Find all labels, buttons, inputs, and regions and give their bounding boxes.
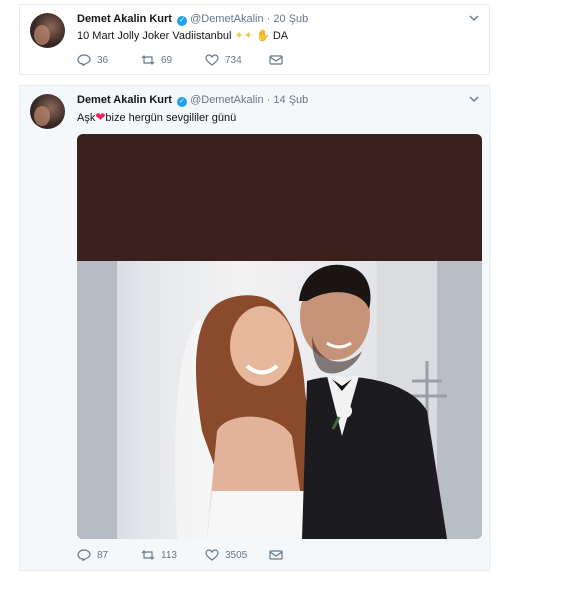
direct-message-button[interactable] <box>269 54 289 66</box>
header-separator: · <box>266 94 271 106</box>
tweet-header: Demet Akalin Kurt ✓ @DemetAkalin · 14 Şu… <box>77 94 308 107</box>
reply-button[interactable]: 87 <box>77 549 141 561</box>
tweet-card[interactable]: Demet Akalin Kurt ✓ @DemetAkalin · 20 Şu… <box>19 4 490 75</box>
thumbs-up-icon: ✋ <box>256 30 270 42</box>
like-count: 734 <box>225 54 242 66</box>
retweet-count: 69 <box>161 54 173 66</box>
tweet-text: 10 Mart Jolly Joker Vadiistanbul ✦✦ ✋ DA <box>77 29 288 42</box>
red-heart-icon: ❤ <box>95 110 106 124</box>
tweet-card[interactable]: Demet Akalin Kurt ✓ @DemetAkalin · 14 Şu… <box>19 85 490 571</box>
author-handle[interactable]: @DemetAkalin <box>190 94 264 106</box>
author-handle[interactable]: @DemetAkalin <box>190 13 264 25</box>
tweet-date[interactable]: 20 Şub <box>273 13 308 25</box>
envelope-icon <box>269 55 283 65</box>
author-name[interactable]: Demet Akalin Kurt <box>77 13 172 25</box>
retweet-button[interactable]: 69 <box>141 54 205 66</box>
wedding-photo-image <box>77 261 482 539</box>
tweet-photo[interactable] <box>77 134 482 539</box>
direct-message-button[interactable] <box>269 549 289 561</box>
reply-icon <box>77 54 91 66</box>
envelope-icon <box>269 550 283 560</box>
heart-icon <box>205 54 219 66</box>
sparkles-icon: ✦ <box>234 30 244 42</box>
header-separator: · <box>266 13 271 25</box>
reply-icon <box>77 549 91 561</box>
retweet-count: 113 <box>161 549 177 561</box>
tweet-actions: 36 69 734 <box>77 54 289 66</box>
verified-badge-icon: ✓ <box>177 16 188 26</box>
tweet-text-suffix: DA <box>272 30 289 42</box>
tweet-date[interactable]: 14 Şub <box>273 94 308 106</box>
author-avatar[interactable] <box>30 94 65 129</box>
verified-badge-icon: ✓ <box>177 97 188 107</box>
tweet-text-main: 10 Mart Jolly Joker Vadiistanbul <box>77 30 232 42</box>
chevron-down-icon[interactable] <box>469 13 479 23</box>
tweet-text-prefix: Aşk <box>77 112 96 124</box>
like-count: 3505 <box>225 549 248 561</box>
tweet-text: Aşk❤bize hergün sevgililer günü <box>77 110 236 124</box>
tweet-header: Demet Akalin Kurt ✓ @DemetAkalin · 20 Şu… <box>77 13 308 26</box>
retweet-icon <box>141 550 155 560</box>
like-button[interactable]: 734 <box>205 54 269 66</box>
retweet-icon <box>141 55 155 65</box>
tweet-actions: 87 113 3505 <box>77 549 289 561</box>
reply-count: 36 <box>97 54 109 66</box>
reply-count: 87 <box>97 549 109 561</box>
author-avatar[interactable] <box>30 13 65 48</box>
author-name[interactable]: Demet Akalin Kurt <box>77 94 172 106</box>
tweet-text-suffix: bize hergün sevgililer günü <box>105 112 237 124</box>
retweet-button[interactable]: 113 <box>141 549 205 561</box>
chevron-down-icon[interactable] <box>469 94 479 104</box>
sparkles-icon: ✦ <box>243 30 253 42</box>
heart-icon <box>205 549 219 561</box>
reply-button[interactable]: 36 <box>77 54 141 66</box>
like-button[interactable]: 3505 <box>205 549 269 561</box>
